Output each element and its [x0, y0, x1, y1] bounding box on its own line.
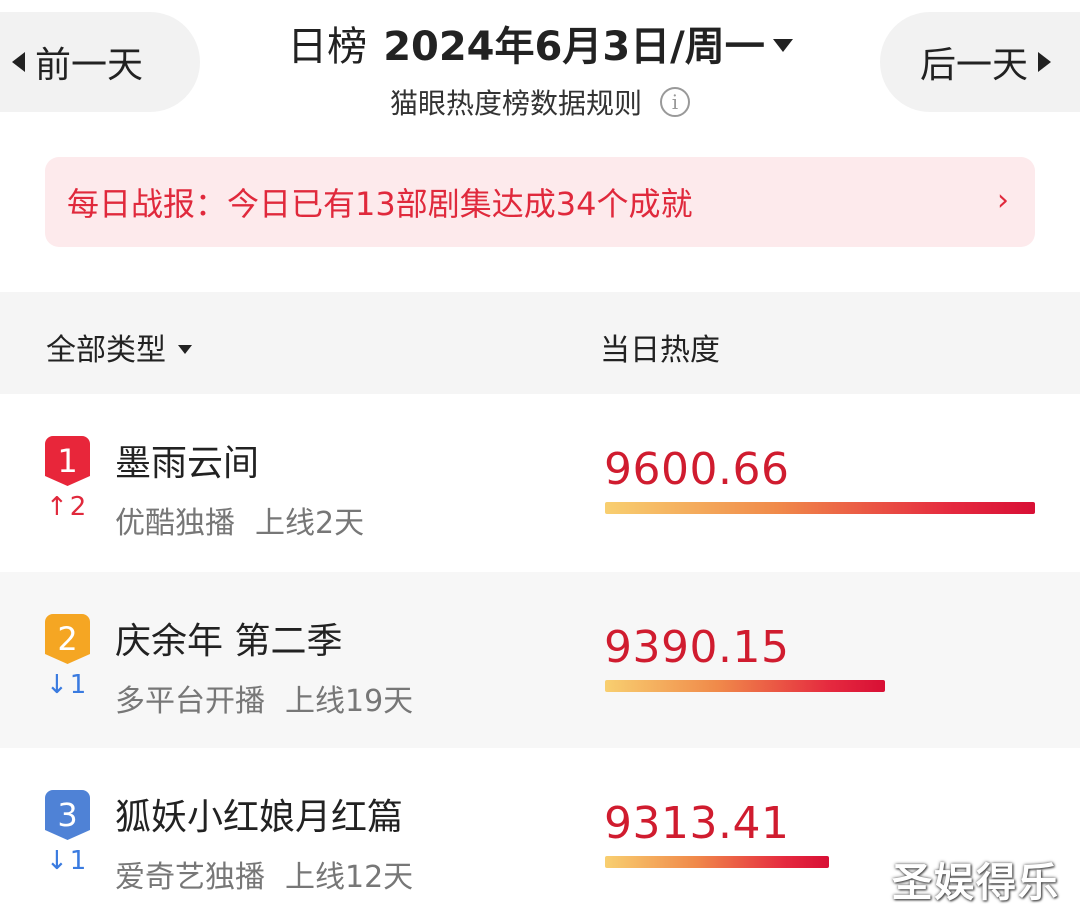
- arrow-down-icon: ↓: [46, 670, 68, 700]
- online-days-label: 上线19天: [285, 684, 414, 719]
- ranking-row[interactable]: 1 ↑ 2 墨雨云间 优酷独播 上线2天 9600.66: [0, 394, 1080, 570]
- date-label: 2024年6月3日/周一: [383, 24, 765, 70]
- drama-title: 墨雨云间: [115, 443, 260, 484]
- arrow-up-icon: ↑: [46, 492, 68, 522]
- daily-report-text: 每日战报：今日已有13部剧集达成34个成就: [67, 185, 693, 223]
- drama-meta: 多平台开播 上线19天: [115, 676, 413, 720]
- watermark: 圣娱得乐: [892, 860, 1060, 906]
- rank-badge: 3: [45, 790, 90, 840]
- rank-change-value: 2: [69, 492, 87, 522]
- heat-column-header: 当日热度: [600, 333, 720, 368]
- drama-title: 狐妖小红娘月红篇: [115, 797, 404, 838]
- heat-value: 9600.66: [604, 444, 790, 495]
- chevron-right-icon: ›: [997, 183, 1009, 218]
- ranking-row[interactable]: 2 ↓ 1 庆余年 第二季 多平台开播 上线19天 9390.15: [0, 572, 1080, 748]
- heat-bar-fill: [605, 502, 1035, 514]
- table-header: 全部类型 当日热度: [0, 292, 1080, 394]
- online-days-label: 上线12天: [285, 860, 414, 895]
- ranking-type-label: 日榜: [287, 24, 368, 70]
- heat-bar: [605, 502, 1035, 514]
- caret-down-icon: [772, 38, 793, 52]
- drama-title: 庆余年 第二季: [115, 621, 343, 662]
- heat-bar-fill: [605, 680, 885, 692]
- rank-badge: 2: [45, 614, 90, 664]
- daily-report-banner[interactable]: 每日战报：今日已有13部剧集达成34个成就 ›: [45, 157, 1035, 247]
- type-filter-dropdown[interactable]: 全部类型: [46, 325, 192, 369]
- data-rules-label: 猫眼热度榜数据规则: [389, 87, 642, 120]
- caret-down-icon: [178, 344, 192, 354]
- rank-badge: 1: [45, 436, 90, 486]
- heat-value: 9313.41: [604, 798, 790, 849]
- rank-change: ↓ 1: [46, 846, 86, 876]
- type-filter-label: 全部类型: [46, 333, 166, 368]
- heat-bar: [605, 680, 1035, 692]
- rank-change-value: 1: [69, 670, 87, 700]
- platform-label: 优酷独播: [115, 506, 235, 541]
- date-selector[interactable]: 日榜 2024年6月3日/周一: [0, 14, 1080, 72]
- online-days-label: 上线2天: [255, 506, 365, 541]
- info-icon: i: [660, 87, 690, 117]
- data-rules-link[interactable]: 猫眼热度榜数据规则 i: [0, 82, 1080, 122]
- heat-value: 9390.15: [604, 622, 790, 673]
- heat-bar-fill: [605, 856, 830, 868]
- rank-change: ↑ 2: [46, 492, 86, 522]
- drama-meta: 优酷独播 上线2天: [115, 498, 364, 542]
- rank-change: ↓ 1: [46, 670, 86, 700]
- rank-change-value: 1: [69, 846, 87, 876]
- drama-meta: 爱奇艺独播 上线12天: [115, 852, 413, 896]
- platform-label: 多平台开播: [115, 684, 265, 719]
- arrow-down-icon: ↓: [46, 846, 68, 876]
- platform-label: 爱奇艺独播: [115, 860, 265, 895]
